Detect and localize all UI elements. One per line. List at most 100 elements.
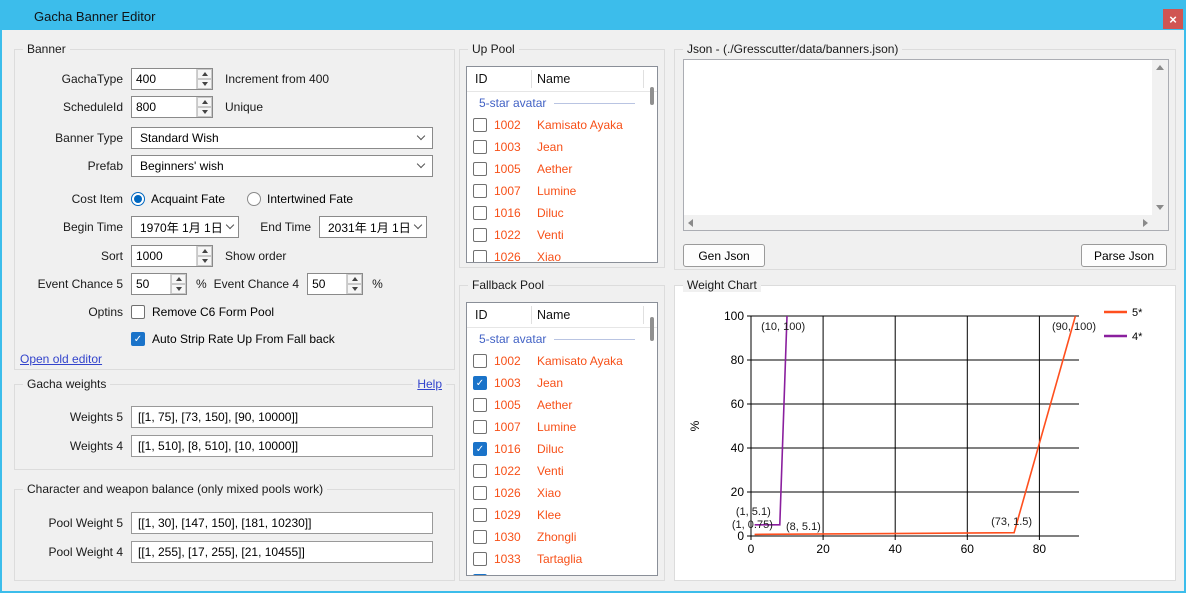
row-checkbox[interactable] [473,118,487,132]
row-checkbox[interactable] [473,508,487,522]
radio-acquaint-fate-label[interactable]: Acquaint Fate [151,192,225,206]
gacha-type-value[interactable]: 400 [132,69,196,89]
optins-row-1: Optins Remove C6 Form Pool [19,300,446,324]
row-checkbox[interactable] [473,486,487,500]
spin-down-button[interactable] [197,79,212,89]
sort-value[interactable]: 1000 [132,246,196,266]
list-item[interactable]: 1035 Qiqi [467,570,657,576]
spin-up-button[interactable] [347,274,362,284]
row-checkbox[interactable] [473,140,487,154]
list-item[interactable]: 1005 Aether [467,158,657,180]
radio-intertwined-fate[interactable] [247,192,261,206]
vertical-scrollbar[interactable] [1152,60,1168,215]
weights-4-label: Weights 4 [19,439,123,453]
spin-up-button[interactable] [197,69,212,79]
weights-4-input[interactable]: [[1, 510], [8, 510], [10, 10000]] [131,435,433,457]
pool-weight-4-input[interactable]: [[1, 255], [17, 255], [21, 10455]] [131,541,433,563]
row-checkbox[interactable] [473,398,487,412]
radio-acquaint-fate[interactable] [131,192,145,206]
pool-weight-5-input[interactable]: [[1, 30], [147, 150], [181, 10230]] [131,512,433,534]
scroll-left-icon[interactable] [688,219,693,227]
list-item[interactable]: 1026 Xiao [467,482,657,504]
list-item[interactable]: 1016 Diluc [467,202,657,224]
scroll-right-icon[interactable] [1143,219,1148,227]
row-checkbox[interactable] [473,228,487,242]
auto-strip-label[interactable]: Auto Strip Rate Up From Fall back [152,332,335,346]
schedule-id-spinner[interactable]: 800 [131,96,213,118]
up-pool-list[interactable]: ID Name 5-star avatar 1002 Kamisato [466,66,658,263]
list-item[interactable]: 1002 Kamisato Ayaka [467,350,657,372]
auto-strip-checkbox[interactable] [131,332,145,346]
remove-c6-label[interactable]: Remove C6 Form Pool [152,305,274,319]
list-item[interactable]: 1007 Lumine [467,180,657,202]
weights-5-input[interactable]: [[1, 75], [73, 150], [90, 10000]] [131,406,433,428]
row-checkbox[interactable] [473,574,487,576]
row-checkbox[interactable] [473,250,487,263]
row-checkbox[interactable] [473,530,487,544]
arrow-up-icon [352,277,358,281]
chevron-down-icon [226,221,234,229]
scrollbar-thumb[interactable] [650,317,654,341]
scroll-up-icon[interactable] [1156,65,1164,70]
radio-intertwined-fate-label[interactable]: Intertwined Fate [267,192,353,206]
spin-down-button[interactable] [171,284,186,294]
json-textarea[interactable] [683,59,1169,231]
row-checkbox[interactable] [473,420,487,434]
banner-type-dropdown[interactable]: Standard Wish [131,127,433,149]
list-item[interactable]: 1022 Venti [467,460,657,482]
event-chance-4-spinner[interactable]: 50 [307,273,363,295]
list-item[interactable]: 1033 Tartaglia [467,548,657,570]
row-checkbox[interactable] [473,354,487,368]
prefab-dropdown[interactable]: Beginners' wish [131,155,433,177]
scroll-down-icon[interactable] [1156,205,1164,210]
sort-spinner[interactable]: 1000 [131,245,213,267]
fallback-pool-list[interactable]: ID Name 5-star avatar 1002 Kamisato [466,302,658,576]
gacha-type-spinner[interactable]: 400 [131,68,213,90]
list-item[interactable]: 1029 Klee [467,504,657,526]
end-time-picker[interactable]: 2031年 1月 1日 [319,216,427,238]
cost-item-label: Cost Item [19,192,123,206]
svg-text:40: 40 [889,542,903,556]
event-chance-5-value[interactable]: 50 [132,274,170,294]
spin-down-button[interactable] [197,107,212,117]
help-link[interactable]: Help [413,377,446,391]
open-old-editor-link[interactable]: Open old editor [20,352,102,366]
spin-down-button[interactable] [197,256,212,266]
item-name: Klee [537,508,561,522]
close-button[interactable]: × [1163,9,1183,29]
row-checkbox[interactable] [473,184,487,198]
remove-c6-checkbox[interactable] [131,305,145,319]
scrollbar-thumb[interactable] [650,87,654,105]
horizontal-scrollbar[interactable] [684,215,1152,230]
prefab-label: Prefab [19,159,123,173]
event-chance-4-value[interactable]: 50 [308,274,346,294]
end-time-value: 2031年 1月 1日 [328,219,411,236]
row-checkbox[interactable] [473,442,487,456]
list-item[interactable]: 1016 Diluc [467,438,657,460]
schedule-id-value[interactable]: 800 [132,97,196,117]
row-checkbox[interactable] [473,376,487,390]
row-checkbox[interactable] [473,206,487,220]
list-item[interactable]: 1007 Lumine [467,416,657,438]
spin-up-button[interactable] [197,246,212,256]
begin-time-picker[interactable]: 1970年 1月 1日 [131,216,239,238]
parse-json-button[interactable]: Parse Json [1081,244,1167,267]
list-item[interactable]: 1030 Zhongli [467,526,657,548]
event-chance-5-spinner[interactable]: 50 [131,273,187,295]
list-item[interactable]: 1005 Aether [467,394,657,416]
list-item[interactable]: 1003 Jean [467,372,657,394]
spin-up-button[interactable] [197,97,212,107]
gen-json-button[interactable]: Gen Json [683,244,765,267]
spin-down-button[interactable] [347,284,362,294]
row-checkbox[interactable] [473,464,487,478]
list-item[interactable]: 1026 Xiao [467,246,657,263]
spin-up-button[interactable] [171,274,186,284]
banner-type-label: Banner Type [19,131,123,145]
arrow-up-icon [202,249,208,253]
item-id: 1016 [494,442,533,456]
row-checkbox[interactable] [473,162,487,176]
list-item[interactable]: 1002 Kamisato Ayaka [467,114,657,136]
list-item[interactable]: 1022 Venti [467,224,657,246]
list-item[interactable]: 1003 Jean [467,136,657,158]
row-checkbox[interactable] [473,552,487,566]
